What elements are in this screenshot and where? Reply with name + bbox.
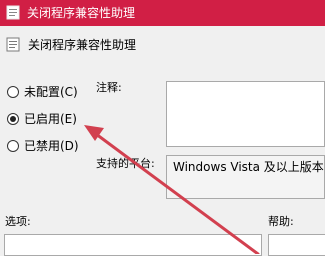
options-pane[interactable]	[4, 234, 262, 256]
platform-value: Windows Vista 及以上版本	[173, 160, 324, 174]
radio-circle[interactable]	[7, 140, 19, 152]
title-bar: 关闭程序兼容性助理	[0, 0, 325, 26]
radio-circle[interactable]	[7, 113, 19, 125]
comment-label: 注释:	[96, 81, 122, 94]
policy-document-icon	[6, 5, 20, 20]
options-label: 选项:	[5, 215, 31, 228]
radio-label: 已禁用(D)	[24, 139, 79, 153]
window-title: 关闭程序兼容性助理	[27, 6, 136, 20]
help-label: 帮助:	[268, 215, 294, 228]
help-pane	[268, 234, 325, 256]
comment-textarea[interactable]	[166, 81, 325, 147]
radio-circle[interactable]	[7, 86, 19, 98]
radio-label: 已启用(E)	[24, 112, 77, 126]
radio-label: 未配置(C)	[24, 85, 78, 99]
supported-platform-box: Windows Vista 及以上版本	[166, 155, 325, 199]
platform-label: 支持的平台:	[96, 157, 155, 170]
policy-document-icon	[6, 37, 20, 52]
policy-name: 关闭程序兼容性助理	[28, 38, 137, 52]
